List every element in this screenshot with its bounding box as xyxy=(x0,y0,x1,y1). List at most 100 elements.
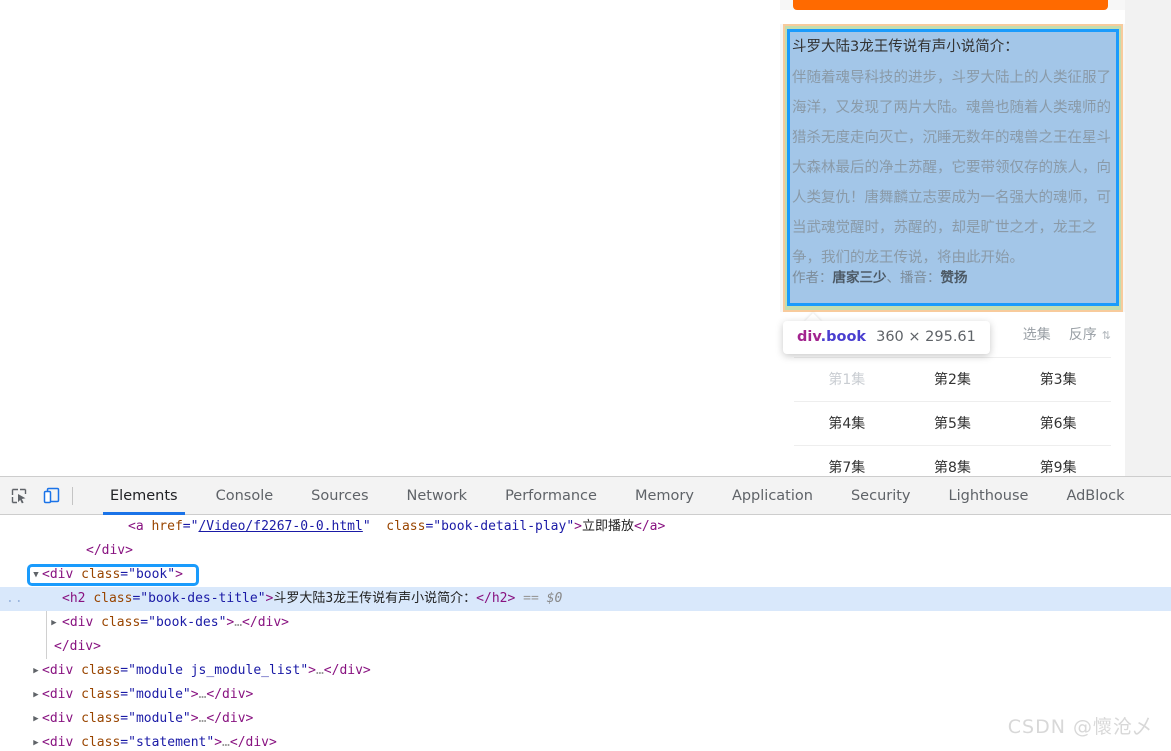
expand-triangle-right-icon[interactable]: ▶ xyxy=(30,683,42,707)
code-token: =" xyxy=(425,519,442,534)
code-token: " xyxy=(566,519,575,534)
tab-label: Lighthouse xyxy=(948,487,1029,504)
episode-cell[interactable]: 第8集 xyxy=(900,446,1006,476)
code-token: " xyxy=(257,591,266,606)
tab-memory[interactable]: Memory xyxy=(616,477,713,515)
code-token: class xyxy=(93,591,133,606)
code-token: > xyxy=(214,735,223,750)
code-token: " xyxy=(182,687,191,702)
expand-triangle-right-icon[interactable]: ▶ xyxy=(30,707,42,731)
tab-network[interactable]: Network xyxy=(388,477,487,515)
tooltip-class-name: .book xyxy=(820,329,867,345)
code-token: </h2> xyxy=(476,591,516,606)
dom-line-code: <h2 class="book-des-title">斗罗大陆3龙王传说有声小说… xyxy=(62,587,562,611)
elements-dom-tree[interactable]: <a href="/Video/f2267-0-0.html" class="b… xyxy=(0,515,1171,751)
code-token: > xyxy=(574,519,582,534)
code-token: > xyxy=(308,663,316,678)
code-token: module js_module_list xyxy=(135,663,301,678)
code-token: <div xyxy=(42,663,82,678)
select-episodes-button[interactable]: 选集 xyxy=(1023,324,1051,344)
dom-line-code: </div> xyxy=(86,539,133,563)
devtools-toolbar-icons xyxy=(0,483,91,509)
episode-cell[interactable]: 第7集 xyxy=(794,446,900,476)
dom-tree-line[interactable]: </div> xyxy=(0,635,1171,659)
highlight-tooltip: div.book 360 × 295.61 xyxy=(783,321,990,354)
sort-arrow-icon[interactable]: ⇅ xyxy=(1102,329,1111,342)
dom-tree-line[interactable]: ▶ <div class="book-des">…</div> xyxy=(0,611,1171,635)
code-token: class xyxy=(101,615,141,630)
code-token: class xyxy=(81,663,121,678)
scroll-ellipsis-icon: .. xyxy=(6,591,24,606)
tab-label: Sources xyxy=(311,487,369,504)
code-token: … xyxy=(315,663,324,678)
tab-application[interactable]: Application xyxy=(713,477,832,515)
episode-cell[interactable]: 第5集 xyxy=(899,402,1006,446)
device-toolbar-icon[interactable] xyxy=(38,483,64,509)
episode-cell[interactable]: 第3集 xyxy=(1005,358,1111,402)
reverse-order-button[interactable]: 反序 xyxy=(1069,324,1097,344)
devtools-toolbar: Elements Console Sources Network Performance… xyxy=(0,477,1171,515)
dom-tree-line[interactable]: </div> xyxy=(0,539,1171,563)
code-token: href xyxy=(151,519,183,534)
dom-tree-line[interactable]: ▶ <div class="statement">…</div> xyxy=(0,731,1171,751)
dom-tree-line[interactable]: ▼ <div class="book"> xyxy=(0,563,1171,587)
dom-tree-line[interactable]: .. <h2 class="book-des-title">斗罗大陆3龙王传说有声… xyxy=(0,587,1171,611)
code-token: " xyxy=(362,519,371,534)
dom-line-code: </div> xyxy=(54,635,101,659)
expand-triangle-right-icon[interactable]: ▶ xyxy=(30,659,42,683)
tab-lighthouse[interactable]: Lighthouse xyxy=(930,477,1048,515)
code-token: <div xyxy=(42,567,82,582)
tab-console[interactable]: Console xyxy=(197,477,293,515)
inspect-element-icon[interactable] xyxy=(6,483,32,509)
csdn-watermark: CSDN @懷沧乄 xyxy=(1007,716,1153,738)
episode-cell[interactable]: 第6集 xyxy=(1005,402,1111,446)
code-token: =" xyxy=(140,615,156,630)
episode-cell[interactable]: 第1集 xyxy=(794,358,900,402)
code-token: <div xyxy=(42,735,82,750)
tab-label: Memory xyxy=(634,487,694,504)
code-token: /Video/f2267-0-0.html xyxy=(198,519,363,534)
tooltip-dimensions: 360 × 295.61 xyxy=(876,329,976,345)
dom-tree-line[interactable]: ▶ <div class="module">…</div> xyxy=(0,707,1171,731)
tab-label: Console xyxy=(215,487,274,504)
code-token: <div xyxy=(42,687,82,702)
play-now-button[interactable] xyxy=(793,0,1108,10)
tab-label: AdBlock xyxy=(1066,487,1125,504)
code-token: module xyxy=(135,687,183,702)
episode-cell[interactable]: 第9集 xyxy=(1005,446,1111,476)
page-blank-left-region xyxy=(0,0,780,476)
expand-triangle-right-icon[interactable]: ▶ xyxy=(48,611,60,635)
dom-tree-line[interactable]: ▶ <div class="module">…</div> xyxy=(0,683,1171,707)
code-token: class xyxy=(81,735,121,750)
episode-cell[interactable]: 第2集 xyxy=(899,358,1006,402)
dom-tree-line[interactable]: ▶ <div class="module js_module_list">…</d… xyxy=(0,659,1171,683)
page-right-gutter xyxy=(1125,0,1171,476)
code-token: =" xyxy=(120,735,136,750)
dom-tree-line[interactable]: <a href="/Video/f2267-0-0.html" class="b… xyxy=(0,515,1171,539)
code-token: =" xyxy=(120,687,136,702)
devtools-tab-bar: Elements Console Sources Network Performance… xyxy=(91,477,1144,515)
code-token: 斗罗大陆3龙王传说有声小说简介： xyxy=(273,591,477,606)
tab-security[interactable]: Security xyxy=(832,477,930,515)
tab-label: Elements xyxy=(110,487,178,504)
tab-elements[interactable]: Elements xyxy=(91,477,197,515)
expand-triangle-down-icon[interactable]: ▼ xyxy=(30,563,42,587)
page-spacer xyxy=(780,10,1125,24)
code-token: class xyxy=(370,519,426,534)
tab-sources[interactable]: Sources xyxy=(292,477,387,515)
dom-line-code: <a href="/Video/f2267-0-0.html" class="b… xyxy=(128,515,665,539)
dom-line-code: <div class="module">…</div> xyxy=(42,683,253,707)
code-token: > xyxy=(190,711,199,726)
code-token: class xyxy=(81,687,121,702)
device-toolbar-glyph xyxy=(43,487,59,504)
inspect-element-glyph xyxy=(11,488,27,503)
dom-line-code: <div class="module js_module_list">…</di… xyxy=(42,659,371,683)
tab-performance[interactable]: Performance xyxy=(486,477,616,515)
episode-cell[interactable]: 第4集 xyxy=(794,402,900,446)
code-token: </div> xyxy=(242,615,290,630)
expand-triangle-right-icon[interactable]: ▶ xyxy=(30,731,42,751)
dom-line-code: <div class="book"> xyxy=(42,563,183,587)
tab-adblock[interactable]: AdBlock xyxy=(1047,477,1143,515)
screenshot-root: 斗罗大陆3龙王传说有声小说简介： 伴随着魂导科技的进步，斗罗大陆上的人类征服了海… xyxy=(0,0,1171,751)
dom-line-code: <div class="module">…</div> xyxy=(42,707,253,731)
